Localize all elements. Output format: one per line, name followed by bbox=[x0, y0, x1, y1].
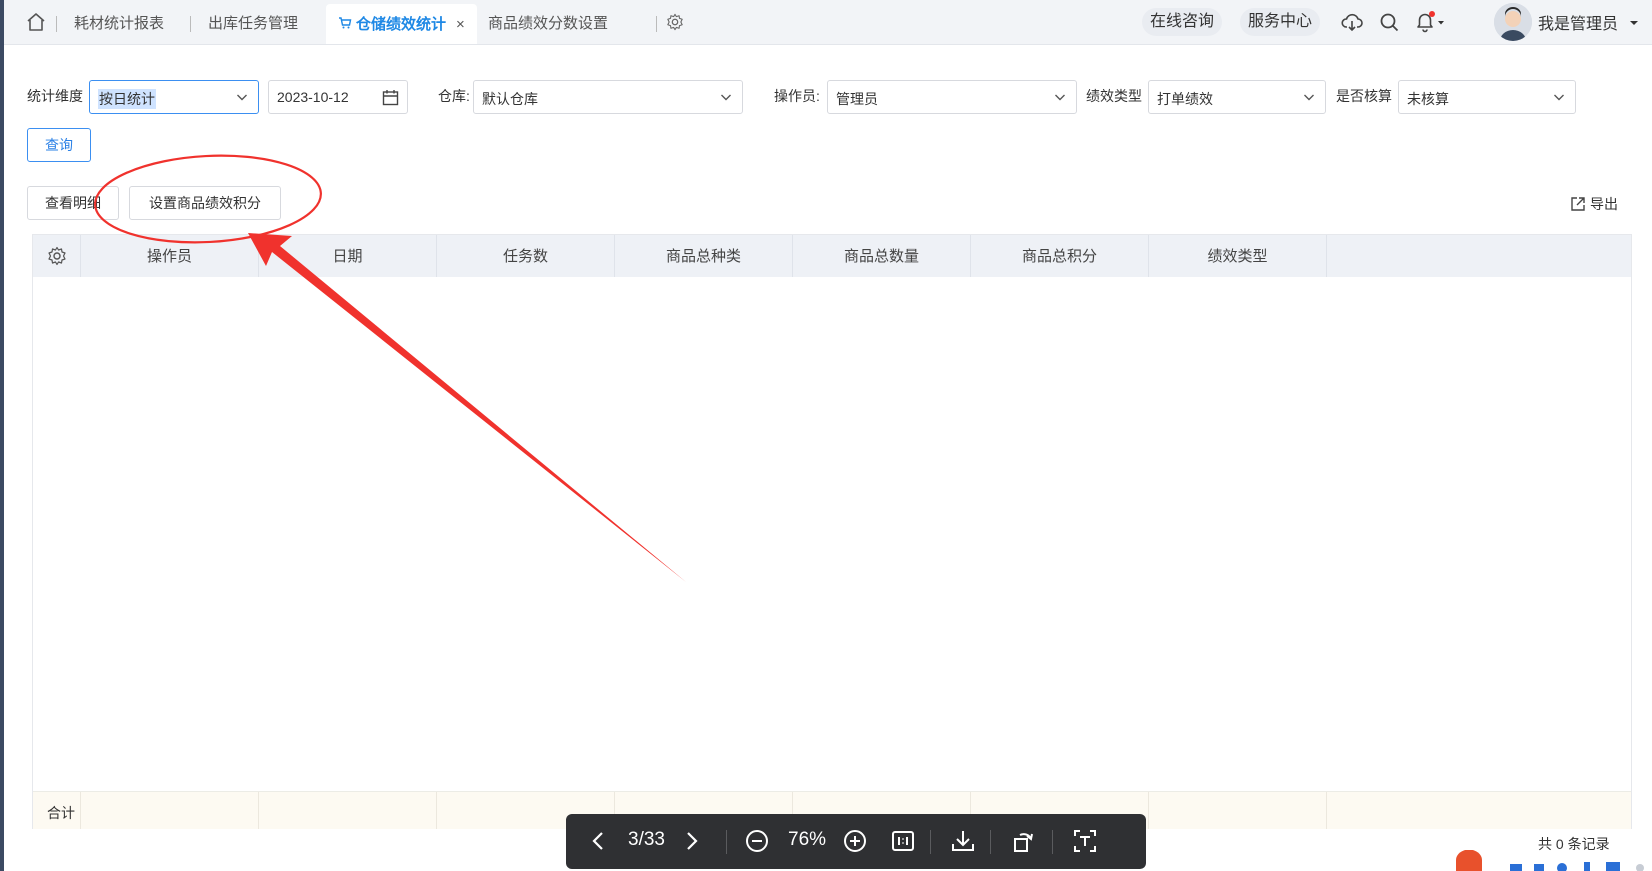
zoom-out-icon[interactable] bbox=[744, 828, 770, 854]
toolbar-divider bbox=[1052, 830, 1053, 854]
top-bar: 耗材统计报表 出库任务管理 仓储绩效统计 × 商品绩效分数设置 在线咨询 服务中心 bbox=[4, 0, 1652, 45]
tab-product-score-setting[interactable]: 商品绩效分数设置 bbox=[488, 0, 608, 44]
cloud-download-icon[interactable] bbox=[1341, 11, 1363, 33]
export-button[interactable]: 导出 bbox=[1570, 194, 1618, 214]
ime-toolbar bbox=[1456, 850, 1644, 871]
performance-table: 操作员 日期 任务数 商品总种类 商品总数量 商品总积分 绩效类型 合计 bbox=[32, 234, 1632, 829]
column-header-product-quantity[interactable]: 商品总数量 bbox=[793, 235, 971, 277]
warehouse-value: 默认仓库 bbox=[482, 91, 538, 107]
tab-outbound-task[interactable]: 出库任务管理 bbox=[208, 0, 298, 44]
checked-label: 是否核算 bbox=[1336, 88, 1392, 104]
dimension-value: 按日统计 bbox=[98, 89, 156, 109]
warehouse-label: 仓库: bbox=[438, 88, 470, 104]
settings-gear-icon[interactable] bbox=[47, 246, 67, 266]
caret-down-icon bbox=[1630, 21, 1639, 25]
perf-type-value: 打单绩效 bbox=[1157, 91, 1213, 107]
warehouse-select[interactable]: 默认仓库 bbox=[473, 80, 743, 114]
checked-select[interactable]: 未核算 bbox=[1398, 80, 1576, 114]
tab-divider bbox=[190, 16, 191, 32]
tab-label: 仓储绩效统计 bbox=[356, 16, 447, 33]
user-avatar-icon bbox=[1494, 3, 1532, 41]
chevron-down-icon bbox=[237, 94, 247, 101]
ocr-text-icon[interactable] bbox=[1072, 828, 1098, 854]
avatar[interactable] bbox=[1494, 3, 1532, 41]
service-center-button[interactable]: 服务中心 bbox=[1240, 8, 1321, 36]
footer-cell bbox=[1149, 792, 1327, 829]
column-header-task-count[interactable]: 任务数 bbox=[437, 235, 615, 277]
zoom-in-icon[interactable] bbox=[842, 828, 868, 854]
toolbar-divider bbox=[990, 830, 991, 854]
rotate-icon[interactable] bbox=[1010, 828, 1036, 854]
viewer-toolbar: 3/33 76% bbox=[566, 814, 1146, 869]
home-icon[interactable] bbox=[26, 12, 46, 32]
date-picker[interactable]: 2023-10-12 bbox=[268, 80, 408, 114]
search-icon[interactable] bbox=[1378, 11, 1400, 33]
date-value: 2023-10-12 bbox=[277, 89, 349, 105]
toolbar-divider bbox=[726, 830, 727, 854]
operator-select[interactable]: 管理员 bbox=[827, 80, 1077, 114]
footer-cell bbox=[81, 792, 259, 829]
chevron-down-icon bbox=[1055, 94, 1065, 101]
chevron-down-icon bbox=[721, 94, 731, 101]
tab-warehouse-performance[interactable]: 仓储绩效统计 × bbox=[326, 4, 477, 44]
export-icon bbox=[1571, 197, 1585, 211]
username-label: 我是管理员 bbox=[1538, 16, 1619, 33]
gear-icon[interactable] bbox=[666, 13, 684, 31]
column-header-product-points[interactable]: 商品总积分 bbox=[971, 235, 1149, 277]
export-label: 导出 bbox=[1590, 196, 1618, 212]
cart-icon bbox=[339, 17, 352, 29]
table-header: 操作员 日期 任务数 商品总种类 商品总数量 商品总积分 绩效类型 bbox=[33, 235, 1631, 277]
checked-value: 未核算 bbox=[1407, 91, 1449, 107]
zoom-level: 76% bbox=[788, 829, 827, 850]
sum-label: 合计 bbox=[47, 805, 75, 821]
dimension-label: 统计维度 bbox=[27, 88, 83, 104]
perf-type-label: 绩效类型 bbox=[1086, 88, 1142, 104]
query-button[interactable]: 查询 bbox=[27, 128, 91, 162]
tab-consumable-report[interactable]: 耗材统计报表 bbox=[74, 0, 164, 44]
download-icon[interactable] bbox=[950, 828, 976, 854]
view-detail-button[interactable]: 查看明细 bbox=[27, 186, 119, 220]
perf-type-select[interactable]: 打单绩效 bbox=[1148, 80, 1326, 114]
operator-label: 操作员: bbox=[774, 88, 820, 104]
close-icon[interactable]: × bbox=[456, 16, 465, 33]
sogou-logo-icon bbox=[1456, 850, 1482, 871]
chevron-down-icon bbox=[1304, 94, 1314, 101]
notification-bell-icon[interactable] bbox=[1414, 11, 1448, 33]
operator-value: 管理员 bbox=[836, 91, 878, 107]
column-settings-cell bbox=[33, 235, 81, 277]
page-indicator: 3/33 bbox=[628, 829, 665, 850]
column-header-date[interactable]: 日期 bbox=[259, 235, 437, 277]
column-header-perf-type[interactable]: 绩效类型 bbox=[1149, 235, 1327, 277]
username[interactable]: 我是管理员 bbox=[1538, 10, 1640, 34]
chevron-right-icon[interactable] bbox=[678, 828, 704, 854]
tab-divider bbox=[656, 16, 657, 32]
calendar-icon[interactable] bbox=[382, 89, 399, 106]
column-header-product-kinds[interactable]: 商品总种类 bbox=[615, 235, 793, 277]
online-consult-button[interactable]: 在线咨询 bbox=[1142, 8, 1223, 36]
app-window: 耗材统计报表 出库任务管理 仓储绩效统计 × 商品绩效分数设置 在线咨询 服务中心 bbox=[4, 0, 1652, 871]
toolbar-divider bbox=[930, 830, 931, 854]
set-product-points-button[interactable]: 设置商品绩效积分 bbox=[129, 186, 281, 220]
tab-divider bbox=[56, 16, 57, 32]
actual-size-icon[interactable] bbox=[890, 828, 916, 854]
chevron-left-icon[interactable] bbox=[586, 828, 612, 854]
footer-cell bbox=[259, 792, 437, 829]
chevron-down-icon bbox=[1554, 94, 1564, 101]
column-header-operator[interactable]: 操作员 bbox=[81, 235, 259, 277]
dimension-select[interactable]: 按日统计 bbox=[89, 80, 259, 114]
